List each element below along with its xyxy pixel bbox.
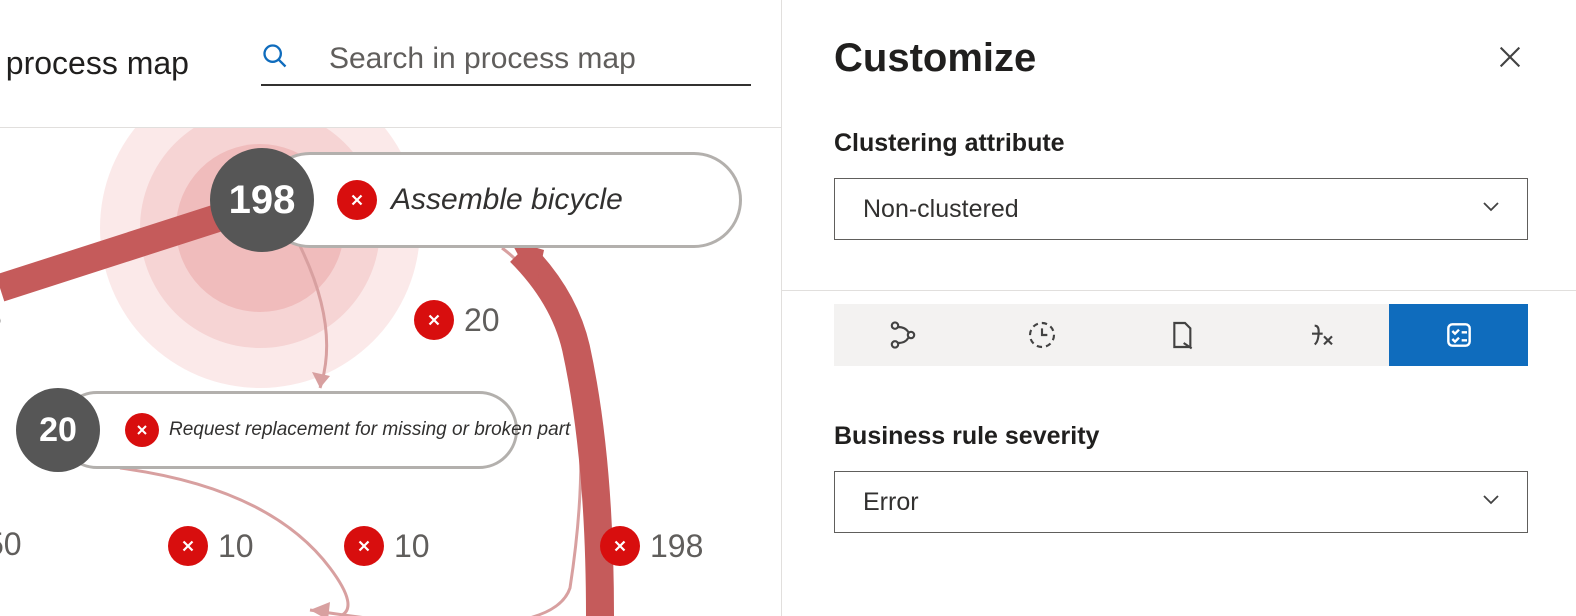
tab-formula[interactable] — [1250, 304, 1389, 366]
edge-label: 50 — [0, 526, 22, 563]
node-count-badge: 198 — [210, 148, 314, 252]
node-label: Request replacement for missing or broke… — [169, 419, 570, 441]
node-pill: Request replacement for missing or broke… — [58, 391, 518, 469]
edge-count: 50 — [0, 526, 22, 563]
edge-count: 10 — [394, 528, 430, 565]
customize-panel: Customize Clustering attribute Non-clust… — [782, 0, 1576, 616]
error-icon — [337, 180, 377, 220]
select-value: Error — [863, 488, 919, 517]
edge-label: 10 — [344, 526, 430, 566]
select-value: Non-clustered — [863, 195, 1019, 224]
process-node-request[interactable]: 20 Request replacement for missing or br… — [16, 388, 560, 472]
tab-file[interactable] — [1112, 304, 1251, 366]
process-map-area: t process map 198 — [0, 0, 782, 616]
tab-time[interactable] — [973, 304, 1112, 366]
tab-checklist[interactable] — [1389, 304, 1528, 366]
business-rule-severity-select[interactable]: Error — [834, 471, 1528, 533]
error-icon — [125, 413, 159, 447]
view-title: t process map — [0, 45, 189, 82]
metric-tab-strip — [834, 304, 1528, 366]
close-icon — [1496, 43, 1524, 74]
process-node-assemble[interactable]: 198 Assemble bicycle — [210, 148, 781, 252]
edge-label: 20 — [414, 300, 500, 340]
search-field[interactable] — [261, 42, 751, 86]
error-icon — [168, 526, 208, 566]
edge-label: 198 — [600, 526, 703, 566]
close-button[interactable] — [1492, 41, 1528, 77]
edge-count: 20 — [464, 302, 500, 339]
chevron-down-icon — [1479, 194, 1503, 225]
panel-divider — [782, 290, 1576, 291]
clustering-attribute-select[interactable]: Non-clustered — [834, 178, 1528, 240]
chevron-down-icon — [1479, 487, 1503, 518]
business-rule-severity-label: Business rule severity — [834, 422, 1528, 451]
edge-label: 8 — [0, 298, 2, 335]
edge-count: 10 — [218, 528, 254, 565]
edge-count: 8 — [0, 298, 2, 335]
search-input[interactable] — [329, 42, 751, 76]
node-pill: Assemble bicycle — [262, 152, 742, 248]
tab-graph[interactable] — [834, 304, 973, 366]
error-icon — [414, 300, 454, 340]
panel-title: Customize — [834, 36, 1036, 81]
panel-header: Customize — [834, 36, 1528, 81]
node-label: Assemble bicycle — [391, 183, 623, 217]
edge-label: 10 — [168, 526, 254, 566]
top-bar: t process map — [0, 0, 781, 128]
clustering-attribute-label: Clustering attribute — [834, 129, 1528, 158]
process-map-canvas[interactable]: 198 Assemble bicycle 20 Request replacem… — [0, 128, 781, 616]
search-icon — [261, 42, 289, 75]
error-icon — [600, 526, 640, 566]
edge-count: 198 — [650, 528, 703, 565]
node-count-badge: 20 — [16, 388, 100, 472]
error-icon — [344, 526, 384, 566]
